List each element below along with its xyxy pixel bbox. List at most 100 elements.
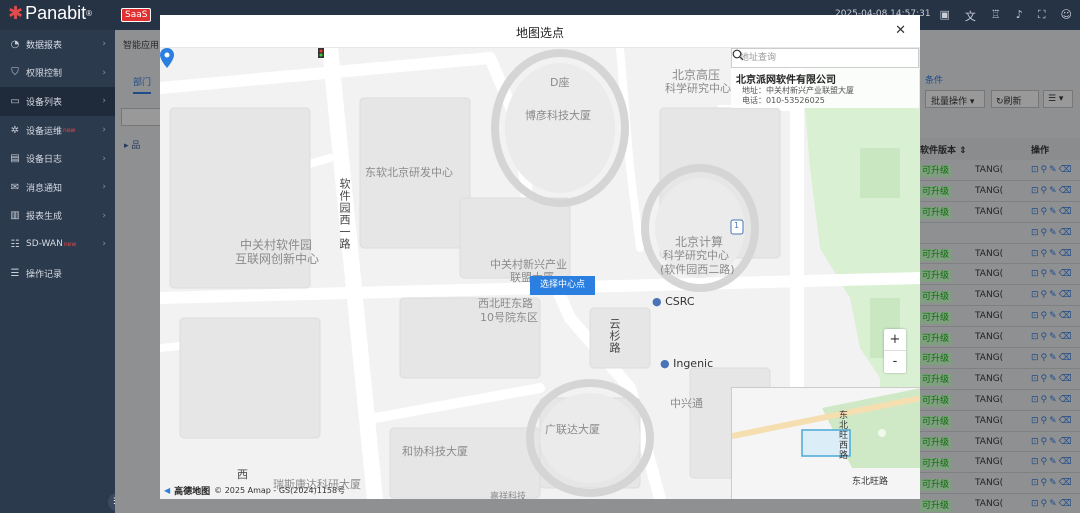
pencil-icon[interactable]: ✎ <box>1049 165 1059 175</box>
pencil-icon[interactable]: ✎ <box>1049 311 1059 321</box>
sidebar-item-records[interactable]: ☰ 操作记录 <box>0 259 115 288</box>
table-row[interactable]: 可升级 TANG(⊡⚲✎⌫ <box>920 160 1080 181</box>
edit-icon[interactable]: ⊡ <box>1031 228 1041 238</box>
link-icon[interactable]: ⚲ <box>1041 457 1050 467</box>
upgrade-status[interactable]: 可升级 <box>920 499 952 512</box>
delete-icon[interactable]: ⌫ <box>1059 499 1074 509</box>
link-icon[interactable]: ⚲ <box>1041 353 1050 363</box>
edit-icon[interactable]: ⊡ <box>1031 186 1041 196</box>
search-icon[interactable] <box>732 49 744 61</box>
edit-icon[interactable]: ⊡ <box>1031 311 1041 321</box>
tree-root-node[interactable]: ▸ 品 <box>124 138 140 151</box>
upgrade-status[interactable]: 可升级 <box>920 353 952 366</box>
shirt-icon[interactable]: ♖ <box>991 8 1001 24</box>
delete-icon[interactable]: ⌫ <box>1059 353 1074 363</box>
table-row[interactable]: 可升级 TANG(⊡⚲✎⌫ <box>920 202 1080 223</box>
link-icon[interactable]: ⚲ <box>1041 165 1050 175</box>
delete-icon[interactable]: ⌫ <box>1059 395 1074 405</box>
delete-icon[interactable]: ⌫ <box>1059 165 1074 175</box>
table-row[interactable]: ⊡⚲✎⌫ <box>920 223 1080 244</box>
sidebar-item-messages[interactable]: ✉ 消息通知 › <box>0 173 115 202</box>
table-row[interactable]: 可升级 TANG(⊡⚲✎⌫ <box>920 452 1080 474</box>
link-icon[interactable]: ⚲ <box>1041 311 1050 321</box>
edit-icon[interactable]: ⊡ <box>1031 290 1041 300</box>
pencil-icon[interactable]: ✎ <box>1049 228 1059 238</box>
delete-icon[interactable]: ⌫ <box>1059 269 1074 279</box>
table-row[interactable]: 可升级 TANG(⊡⚲✎⌫ <box>920 264 1080 286</box>
tree-search-input[interactable] <box>121 108 161 126</box>
pencil-icon[interactable]: ✎ <box>1049 249 1059 259</box>
upgrade-status[interactable]: 可升级 <box>920 311 952 324</box>
pencil-icon[interactable]: ✎ <box>1049 353 1059 363</box>
edit-icon[interactable]: ⊡ <box>1031 499 1041 509</box>
upgrade-status[interactable]: 可升级 <box>920 269 952 282</box>
table-row[interactable]: 可升级 TANG(⊡⚲✎⌫ <box>920 369 1080 390</box>
table-row[interactable]: 可升级 TANG(⊡⚲✎⌫ <box>920 494 1080 513</box>
link-icon[interactable]: ⚲ <box>1041 374 1050 384</box>
upgrade-status[interactable]: 可升级 <box>920 416 952 429</box>
upgrade-status[interactable]: 可升级 <box>920 249 952 261</box>
link-icon[interactable]: ⚲ <box>1041 478 1050 488</box>
edit-icon[interactable]: ⊡ <box>1031 249 1041 259</box>
address-search-input[interactable] <box>732 49 900 67</box>
link-icon[interactable]: ⚲ <box>1041 186 1050 196</box>
upgrade-status[interactable]: 可升级 <box>920 437 952 450</box>
tab-department[interactable]: 部门 <box>133 75 152 94</box>
overview-minimap[interactable]: 东北旺西路 东北旺路 <box>731 387 920 499</box>
link-icon[interactable]: ⚲ <box>1041 499 1050 509</box>
pencil-icon[interactable]: ✎ <box>1049 186 1059 196</box>
sidebar-item-devices[interactable]: ▭ 设备列表 › <box>0 87 115 116</box>
link-icon[interactable]: ⚲ <box>1041 207 1050 217</box>
link-icon[interactable]: ⚲ <box>1041 228 1050 238</box>
delete-icon[interactable]: ⌫ <box>1059 290 1074 300</box>
edit-icon[interactable]: ⊡ <box>1031 395 1041 405</box>
table-row[interactable]: 可升级 TANG(⊡⚲✎⌫ <box>920 390 1080 411</box>
link-icon[interactable]: ⚲ <box>1041 290 1050 300</box>
upgrade-status[interactable]: 可升级 <box>920 165 952 178</box>
pencil-icon[interactable]: ✎ <box>1049 499 1059 509</box>
link-icon[interactable]: ⚲ <box>1041 437 1050 447</box>
delete-icon[interactable]: ⌫ <box>1059 249 1074 259</box>
select-center-button[interactable]: 选择中心点 <box>530 276 595 295</box>
poi-info-card[interactable]: 北京派网软件有限公司 地址：中关村新兴产业联盟大厦 电话：010-5352602… <box>731 68 919 108</box>
refresh-button[interactable]: ↻刷新 <box>991 90 1039 108</box>
batch-operation-button[interactable]: 批量操作 ▾ <box>925 90 985 108</box>
table-row[interactable]: 可升级 TANG(⊡⚲✎⌫ <box>920 473 1080 495</box>
zoom-out-button[interactable]: - <box>884 351 906 373</box>
camera-icon[interactable]: ▣ <box>940 8 950 24</box>
columns-button[interactable]: ☰ ▾ <box>1043 90 1073 108</box>
sidebar-item-sdwan[interactable]: ☷ SD-WAN new › <box>0 230 115 259</box>
edit-icon[interactable]: ⊡ <box>1031 457 1041 467</box>
upgrade-status[interactable]: 可升级 <box>920 457 952 470</box>
sidebar-item-permission[interactable]: ⛉ 权限控制 › <box>0 59 115 88</box>
delete-icon[interactable]: ⌫ <box>1059 186 1074 196</box>
link-icon[interactable]: ⚲ <box>1041 249 1050 259</box>
upgrade-status[interactable]: 可升级 <box>920 207 952 220</box>
zoom-in-button[interactable]: + <box>884 329 906 351</box>
table-row[interactable]: 可升级 TANG(⊡⚲✎⌫ <box>920 306 1080 328</box>
edit-icon[interactable]: ⊡ <box>1031 374 1041 384</box>
link-icon[interactable]: ⚲ <box>1041 332 1050 342</box>
table-row[interactable]: 可升级 TANG(⊡⚲✎⌫ <box>920 327 1080 349</box>
upgrade-status[interactable]: 可升级 <box>920 332 952 345</box>
table-row[interactable]: 可升级 TANG(⊡⚲✎⌫ <box>920 181 1080 202</box>
map-canvas[interactable]: D座 北京高压 科学研究中心 博彦科技大厦 东软北京研发中心 软件园西一路 中关… <box>160 48 920 499</box>
more-conditions-link[interactable]: 条件 <box>925 73 943 86</box>
delete-icon[interactable]: ⌫ <box>1059 228 1074 238</box>
pencil-icon[interactable]: ✎ <box>1049 269 1059 279</box>
close-icon[interactable]: ✕ <box>895 23 906 38</box>
delete-icon[interactable]: ⌫ <box>1059 437 1074 447</box>
delete-icon[interactable]: ⌫ <box>1059 207 1074 217</box>
edit-icon[interactable]: ⊡ <box>1031 353 1041 363</box>
delete-icon[interactable]: ⌫ <box>1059 374 1074 384</box>
pencil-icon[interactable]: ✎ <box>1049 395 1059 405</box>
sidebar-item-dashboard[interactable]: ◔ 数据报表 › <box>0 30 115 59</box>
edit-icon[interactable]: ⊡ <box>1031 269 1041 279</box>
link-icon[interactable]: ⚲ <box>1041 416 1050 426</box>
upgrade-status[interactable]: 可升级 <box>920 290 952 303</box>
fullscreen-icon[interactable]: ⛶ <box>1038 8 1046 24</box>
table-row[interactable]: 可升级 TANG(⊡⚲✎⌫ <box>920 285 1080 307</box>
edit-icon[interactable]: ⊡ <box>1031 332 1041 342</box>
delete-icon[interactable]: ⌫ <box>1059 332 1074 342</box>
pencil-icon[interactable]: ✎ <box>1049 478 1059 488</box>
